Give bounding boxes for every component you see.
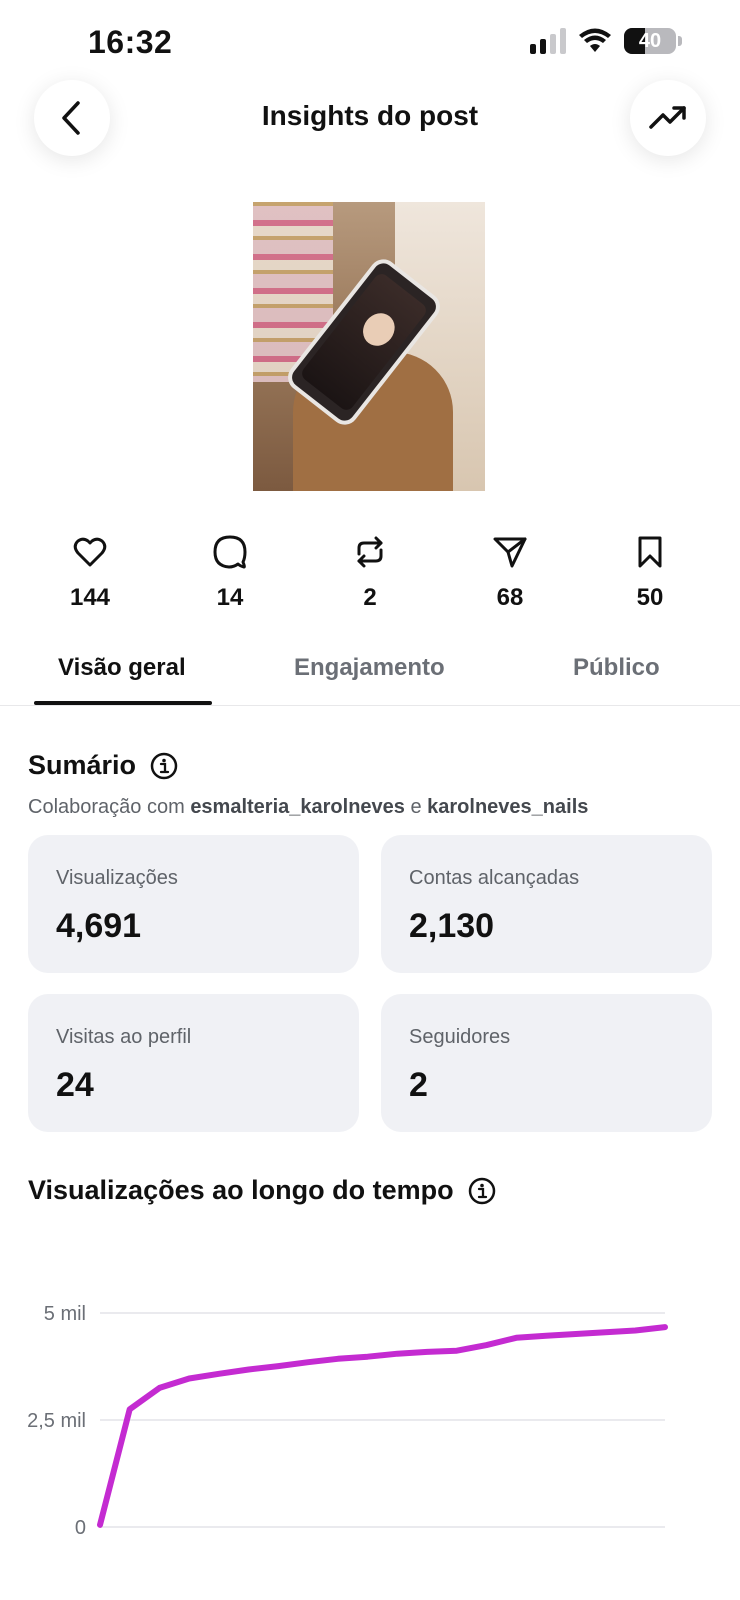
wifi-icon [579, 28, 611, 52]
collaboration-text: Colaboração com esmalteria_karolneves e … [28, 796, 588, 819]
metric-reposts: 2 [330, 534, 410, 612]
comment-icon [213, 535, 247, 569]
trending-up-icon [649, 106, 686, 129]
collab-joiner: e [410, 796, 422, 818]
heart-icon [73, 537, 107, 567]
stat-label: Visualizações [56, 867, 178, 889]
metric-saves: 50 [610, 534, 690, 612]
stat-value: 4,691 [56, 907, 142, 945]
collab-prefix: Colaboração com [28, 796, 185, 818]
y-tick-label: 5 mil [44, 1303, 86, 1325]
battery-level: 40 [638, 30, 662, 52]
series-line [97, 1324, 668, 1528]
collab-user-link[interactable]: karolneves_nails [427, 796, 588, 818]
battery-icon: 40 [624, 28, 676, 54]
stat-card-views[interactable]: Visualizações 4,691 [28, 835, 359, 973]
bookmark-icon [638, 536, 662, 568]
metric-value: 14 [216, 584, 244, 611]
insights-tabs: Visão geral Engajamento Público [0, 638, 740, 706]
metric-value: 68 [496, 584, 524, 611]
header: Insights do post [0, 80, 740, 160]
page-title: Insights do post [261, 100, 479, 131]
stat-value: 2,130 [409, 907, 495, 945]
metric-likes: 144 [50, 534, 130, 612]
repost-icon [357, 536, 383, 568]
stat-label: Contas alcançadas [409, 867, 580, 889]
stat-card-accounts-reached[interactable]: Contas alcançadas 2,130 [381, 835, 712, 973]
post-thumbnail[interactable] [253, 202, 485, 491]
share-icon [493, 537, 527, 568]
stat-value: 2 [409, 1066, 428, 1104]
status-icons: 40 [530, 28, 682, 54]
status-time: 16:32 [88, 24, 173, 60]
chart-title: Visualizações ao longo do tempo [28, 1175, 454, 1205]
trend-button[interactable] [630, 80, 706, 156]
collab-user-link[interactable]: esmalteria_karolneves [190, 796, 405, 818]
tab-engagement[interactable]: Engajamento [294, 654, 445, 682]
views-over-time-heading: Visualizações ao longo do tempo [28, 1175, 496, 1206]
tab-indicator [34, 701, 212, 705]
tab-audience[interactable]: Público [573, 654, 660, 682]
summary-heading: Sumário [28, 750, 178, 781]
info-icon[interactable] [150, 752, 178, 780]
stat-card-followers[interactable]: Seguidores 2 [381, 994, 712, 1132]
engagement-metrics: 144 14 2 68 50 [50, 534, 690, 612]
signal-icon [530, 28, 566, 54]
y-tick-label: 0 [75, 1517, 86, 1539]
stat-label: Visitas ao perfil [56, 1026, 192, 1048]
metric-shares: 68 [470, 534, 550, 612]
views-line-chart: 5 mil 2,5 mil 0 [27, 1303, 668, 1539]
stat-card-profile-visits[interactable]: Visitas ao perfil 24 [28, 994, 359, 1132]
info-icon[interactable] [468, 1177, 496, 1205]
metric-value: 144 [69, 584, 111, 611]
metric-comments: 14 [190, 534, 270, 612]
status-bar: 16:32 40 [0, 0, 740, 80]
y-tick-label: 2,5 mil [27, 1410, 86, 1432]
metric-value: 50 [636, 584, 664, 611]
summary-title: Sumário [28, 750, 137, 780]
stat-label: Seguidores [409, 1026, 511, 1048]
stat-value: 24 [56, 1066, 94, 1104]
metric-value: 2 [363, 584, 377, 611]
tab-overview[interactable]: Visão geral [58, 654, 186, 682]
